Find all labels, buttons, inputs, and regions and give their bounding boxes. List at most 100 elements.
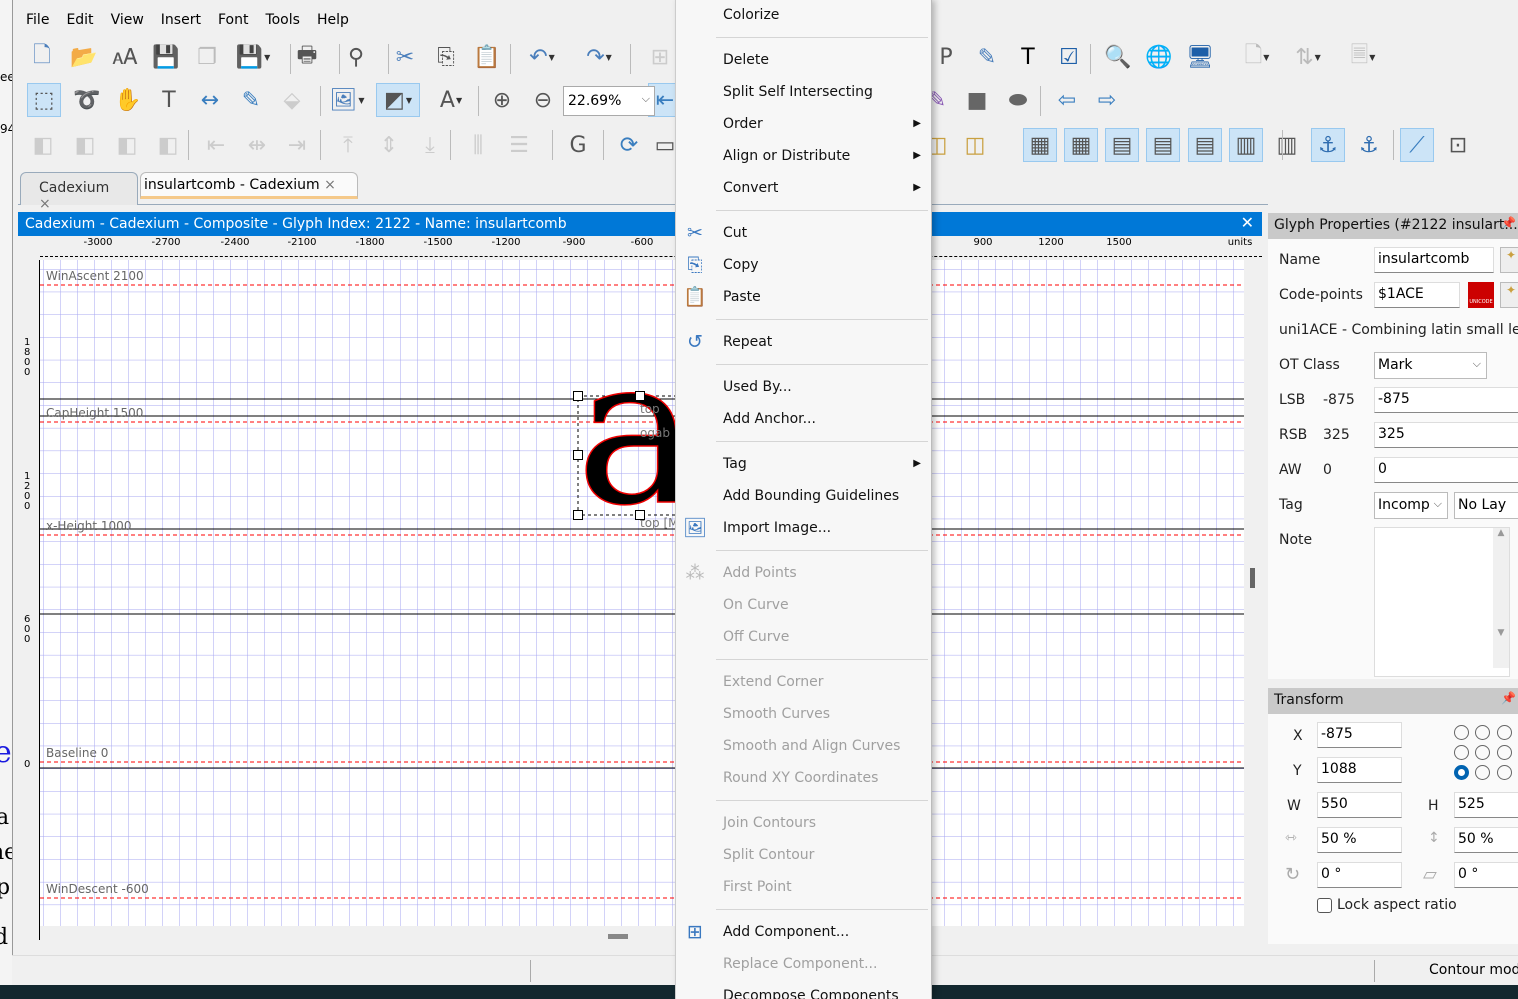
- distribute-v-icon[interactable]: ☰: [502, 128, 536, 162]
- menu-insert[interactable]: Insert: [155, 8, 207, 32]
- copy-icon[interactable]: ⎘: [429, 40, 463, 74]
- tab-insulartcomb[interactable]: insulartcomb - Cadexium ×: [140, 172, 358, 199]
- note-scrollbar[interactable]: ▲ ▼: [1493, 528, 1509, 668]
- new-font-icon[interactable]: 🗋: [25, 40, 59, 74]
- selection-handle[interactable]: [635, 391, 645, 401]
- align-top-icon[interactable]: ⤒: [331, 128, 365, 162]
- menu-item-order[interactable]: Order ▶: [676, 108, 931, 140]
- selection-handle[interactable]: [573, 450, 583, 460]
- menu-item-paste[interactable]: 📋 Paste: [676, 281, 931, 313]
- lock-metrics-icon[interactable]: ▥: [1270, 128, 1304, 162]
- undo-icon[interactable]: ↶ ▼: [520, 40, 564, 74]
- menu-item-split-self-intersecting[interactable]: Split Self Intersecting: [676, 76, 931, 108]
- align-2-icon[interactable]: ◧: [68, 128, 102, 162]
- rotate-icon[interactable]: ⟳: [612, 128, 646, 162]
- menu-help[interactable]: Help: [311, 8, 355, 32]
- pin-icon[interactable]: 📌: [1501, 691, 1516, 705]
- validate-icon[interactable]: ☑: [1052, 40, 1086, 74]
- dropdown-arrow-icon[interactable]: ▼: [406, 96, 412, 105]
- lock-anchor-icon[interactable]: ⚓: [1352, 128, 1386, 162]
- menu-item-decompose-components[interactable]: Decompose Components: [676, 980, 931, 999]
- menu-font[interactable]: Font: [212, 8, 254, 32]
- menu-item-copy[interactable]: ⎘ Copy: [676, 249, 931, 281]
- dropdown-arrow-icon[interactable]: ▼: [1369, 53, 1375, 62]
- origin-radio[interactable]: [1497, 745, 1512, 760]
- open-font-icon[interactable]: 🗚: [108, 40, 142, 74]
- lock-guides-icon[interactable]: ▤: [1188, 128, 1222, 162]
- menu-item-align-or-distribute[interactable]: Align or Distribute ▶: [676, 140, 931, 172]
- spell-check-icon[interactable]: 🔍: [1101, 40, 1135, 74]
- pin-icon[interactable]: 📌: [1501, 216, 1516, 230]
- name-field[interactable]: insulartcomb: [1374, 247, 1494, 273]
- text-tool-icon[interactable]: T: [152, 83, 186, 117]
- open-icon[interactable]: 📂: [67, 40, 101, 74]
- menu-item-import-image[interactable]: 🖼 Import Image...: [676, 512, 931, 544]
- save-as-icon[interactable]: 💾 ▼: [231, 40, 275, 74]
- paste-icon[interactable]: 📋: [470, 40, 504, 74]
- fill-icon[interactable]: ⬙: [275, 83, 309, 117]
- menu-item-add-component[interactable]: ⊞ Add Component...: [676, 916, 931, 948]
- skew-field[interactable]: 0 °: [1454, 862, 1518, 888]
- close-icon[interactable]: ×: [39, 196, 51, 212]
- rotate-field[interactable]: 0 °: [1317, 862, 1402, 888]
- cut-icon[interactable]: ✂: [388, 40, 422, 74]
- align-center-icon[interactable]: ⇹: [240, 128, 274, 162]
- zoom-combo[interactable]: 22.69% ⌵: [563, 86, 655, 116]
- align-bottom-icon[interactable]: ⤓: [413, 128, 447, 162]
- selection-handle[interactable]: [635, 510, 645, 520]
- rect-select-icon[interactable]: ⬚: [27, 83, 61, 117]
- codepoints-field[interactable]: $1ACE: [1374, 282, 1460, 308]
- guides-icon[interactable]: ▤: [1105, 128, 1139, 162]
- menu-item-delete[interactable]: Delete: [676, 44, 931, 76]
- otclass-select[interactable]: Mark ⌵: [1374, 352, 1487, 379]
- align-left-icon[interactable]: ⇤: [199, 128, 233, 162]
- dropdown-arrow-icon[interactable]: ▼: [1263, 53, 1269, 62]
- sort-icon[interactable]: ⇅ ▼: [1286, 40, 1330, 74]
- scrollbar-thumb[interactable]: [608, 934, 628, 939]
- glyph-g-icon[interactable]: G: [561, 128, 595, 162]
- h-field[interactable]: 525: [1454, 792, 1518, 818]
- combine-icon[interactable]: ◫: [958, 128, 992, 162]
- node-icon[interactable]: ⟋: [1400, 128, 1434, 162]
- scale-x-field[interactable]: 50 %: [1317, 827, 1402, 853]
- origin-radio[interactable]: [1454, 745, 1469, 760]
- dropdown-arrow-icon[interactable]: ▼: [606, 53, 612, 62]
- menu-item-repeat[interactable]: ↺ Repeat: [676, 326, 931, 358]
- anchor-icon[interactable]: ⚓: [1311, 128, 1345, 162]
- splitter-handle[interactable]: [1250, 568, 1255, 588]
- align-3-icon[interactable]: ◧: [110, 128, 144, 162]
- add-component-icon[interactable]: ⊞: [643, 40, 677, 74]
- pen-icon[interactable]: ✎: [234, 83, 268, 117]
- unicode-logo-icon[interactable]: UNICODE: [1468, 282, 1494, 308]
- menu-item-colorize[interactable]: Colorize: [676, 0, 931, 31]
- rename-glyphs-icon[interactable]: T: [1011, 40, 1045, 74]
- font-color-icon[interactable]: A ▼: [429, 83, 473, 117]
- dropdown-arrow-icon[interactable]: ▼: [358, 96, 364, 105]
- align-right-icon[interactable]: ⇥: [280, 128, 314, 162]
- dropdown-arrow-icon[interactable]: ▼: [1315, 53, 1321, 62]
- hand-icon[interactable]: ✋: [111, 83, 145, 117]
- snap-guides-icon[interactable]: ▤: [1146, 128, 1180, 162]
- next-glyph-icon[interactable]: ⇨: [1090, 83, 1124, 117]
- dropdown-arrow-icon[interactable]: ▼: [456, 96, 462, 105]
- origin-radio[interactable]: [1497, 765, 1512, 780]
- origin-radio-bottom-left[interactable]: [1454, 765, 1469, 780]
- origin-radio[interactable]: [1475, 745, 1490, 760]
- print-icon[interactable]: 🖶: [290, 40, 324, 74]
- ellipse-icon[interactable]: ⬬: [1001, 83, 1035, 117]
- menu-item-tag[interactable]: Tag ▶: [676, 448, 931, 480]
- snap-grid-icon[interactable]: ▦: [1064, 128, 1098, 162]
- selection-handle[interactable]: [573, 391, 583, 401]
- magic-wand-icon[interactable]: ✦: [1500, 247, 1518, 273]
- close-icon[interactable]: ✕: [1241, 213, 1254, 232]
- menu-view[interactable]: View: [105, 8, 150, 32]
- selection-handle[interactable]: [573, 510, 583, 520]
- w-field[interactable]: 550: [1317, 792, 1402, 818]
- align-4-icon[interactable]: ◧: [151, 128, 185, 162]
- measure-icon[interactable]: ↔: [193, 83, 227, 117]
- find-icon[interactable]: ⚲: [339, 40, 373, 74]
- origin-radio[interactable]: [1475, 725, 1490, 740]
- menu-edit[interactable]: Edit: [60, 8, 99, 32]
- align-middle-icon[interactable]: ⇕: [372, 128, 406, 162]
- origin-radio[interactable]: [1497, 725, 1512, 740]
